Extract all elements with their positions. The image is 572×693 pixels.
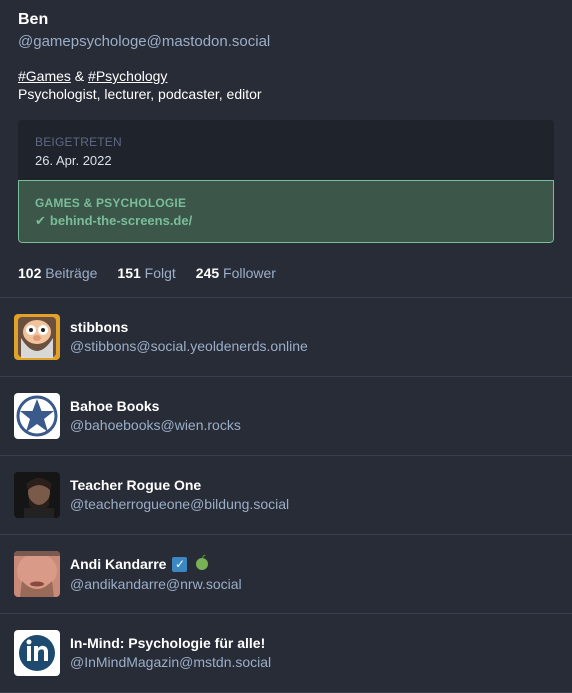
followers-number: 245	[195, 265, 220, 281]
joined-date: 26. Apr. 2022	[35, 153, 112, 168]
wizard-avatar[interactable]	[14, 314, 60, 360]
account-handle: @andikandarre@nrw.social	[70, 576, 242, 592]
profile-counts: 102 Beiträge 151 Folgt 245 Follower	[18, 243, 554, 297]
following-label: Folgt	[144, 265, 176, 281]
joined-field: BEIGETRETEN 26. Apr. 2022	[18, 120, 554, 180]
website-link[interactable]: behind-the-screens.de/	[50, 213, 192, 228]
list-item[interactable]: Andi Kandarre ✓ @andikandarre@nrw.social	[0, 535, 572, 614]
followers-count[interactable]: 245 Follower	[196, 265, 276, 281]
profile-bio: #Games & #Psychology Psychologist, lectu…	[18, 67, 554, 103]
profile-header: Ben @gamepsychologe@mastodon.social #Gam…	[0, 0, 572, 297]
in-logo-avatar[interactable]	[14, 630, 60, 676]
account-name[interactable]: Bahoe Books	[70, 397, 241, 416]
profile-handle: @gamepsychologe@mastodon.social	[18, 33, 271, 50]
following-number: 151	[117, 265, 141, 281]
star-logo-avatar[interactable]	[14, 393, 60, 439]
followers-label: Follower	[223, 265, 276, 281]
account-name[interactable]: Teacher Rogue One	[70, 476, 289, 495]
verified-field-value: ✔ behind-the-screens.de/	[35, 213, 537, 229]
list-item[interactable]: stibbons @stibbons@social.yeoldenerds.on…	[0, 298, 572, 377]
account-name[interactable]: stibbons	[70, 318, 308, 337]
account-list: stibbons @stibbons@social.yeoldenerds.on…	[0, 297, 572, 693]
list-item[interactable]: Teacher Rogue One @teacherrogueone@bildu…	[0, 456, 572, 535]
account-name[interactable]: Andi Kandarre	[70, 555, 166, 574]
account-handle: @bahoebooks@wien.rocks	[70, 417, 241, 433]
check-box-icon: ✓	[172, 557, 188, 572]
portrait-avatar[interactable]	[14, 472, 60, 518]
account-name[interactable]: In-Mind: Psychologie für alle!	[70, 634, 271, 653]
posts-number: 102	[18, 265, 42, 281]
hashtag-games-link[interactable]: #Games	[18, 68, 71, 84]
hashtag-psychology-link[interactable]: #Psychology	[88, 68, 167, 84]
list-item[interactable]: In-Mind: Psychologie für alle! @InMindMa…	[0, 614, 572, 693]
profile-fields: BEIGETRETEN 26. Apr. 2022 GAMES & PSYCHO…	[18, 120, 554, 243]
green-apple-icon	[195, 554, 209, 575]
following-count[interactable]: 151 Folgt	[117, 265, 175, 281]
joined-label: BEIGETRETEN	[35, 135, 122, 149]
posts-label: Beiträge	[45, 265, 98, 281]
checkmark-icon: ✔	[35, 213, 46, 228]
posts-count[interactable]: 102 Beiträge	[18, 265, 97, 281]
face-avatar[interactable]	[14, 551, 60, 597]
verified-link-field: GAMES & PSYCHOLOGIE ✔ behind-the-screens.…	[18, 180, 554, 243]
list-item[interactable]: Bahoe Books @bahoebooks@wien.rocks	[0, 377, 572, 456]
bio-description: Psychologist, lecturer, podcaster, edito…	[18, 86, 262, 102]
account-name-row: Andi Kandarre ✓	[70, 554, 242, 575]
profile-name: Ben	[18, 11, 49, 28]
bio-ampersand: &	[70, 68, 89, 84]
verified-field-label: GAMES & PSYCHOLOGIE	[35, 196, 187, 210]
account-handle: @teacherrogueone@bildung.social	[70, 496, 290, 512]
account-handle: @stibbons@social.yeoldenerds.online	[70, 338, 308, 354]
account-handle: @InMindMagazin@mstdn.social	[70, 654, 272, 670]
